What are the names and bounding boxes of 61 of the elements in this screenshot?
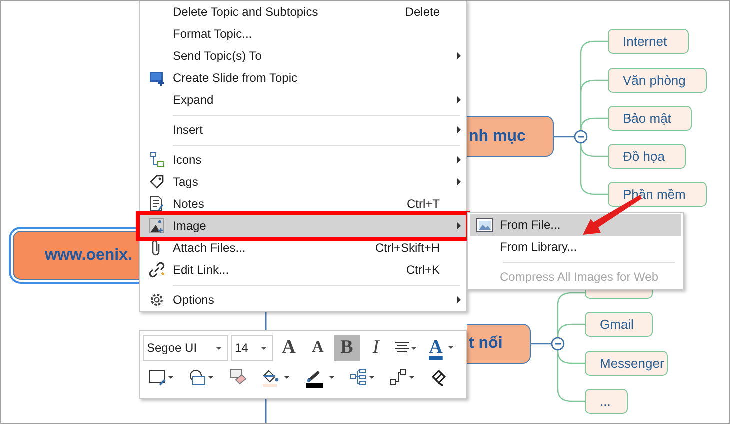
connector-icon — [390, 369, 416, 388]
topic-node[interactable]: nh mục — [467, 116, 554, 157]
connector-line — [554, 136, 575, 138]
connector-line — [531, 343, 552, 345]
menu-item[interactable]: Delete Topic and Subtopics Delete — [140, 1, 466, 23]
menu-item[interactable]: Notes Ctrl+T — [140, 193, 466, 215]
subtopic-node[interactable]: Văn phòng — [608, 68, 707, 93]
submenu-arrow-icon — [457, 96, 461, 104]
menu-item[interactable]: Tags — [140, 171, 466, 193]
menu-item[interactable]: Create Slide from Topic — [140, 67, 466, 89]
collapse-icon[interactable] — [551, 337, 565, 351]
menu-item[interactable]: From Library... — [470, 236, 681, 258]
line-color-icon — [305, 369, 336, 388]
subtopic-node[interactable]: Đồ họa — [608, 144, 686, 169]
subtopic-node[interactable]: Gmail — [585, 312, 653, 337]
notes-icon — [148, 196, 164, 212]
align-icon — [395, 342, 409, 354]
shrink-font-button[interactable]: A — [305, 335, 331, 361]
size-dropdown[interactable]: 14 — [231, 335, 273, 361]
fill-color-icon — [261, 369, 291, 388]
format-painter-icon — [430, 369, 448, 388]
collapse-icon[interactable] — [574, 130, 588, 144]
menu-item[interactable]: Send Topic(s) To — [140, 45, 466, 67]
submenu-arrow-icon — [457, 296, 461, 304]
grow-font-button[interactable]: A — [276, 335, 302, 361]
picture-icon — [476, 216, 494, 234]
settings-icon — [148, 292, 164, 308]
menu-item[interactable]: Insert — [140, 119, 466, 141]
font-dropdown[interactable]: Segoe UI — [143, 335, 228, 361]
menu-item[interactable]: From File... — [470, 214, 681, 236]
border-icon — [149, 369, 175, 388]
tag-icon — [148, 174, 164, 190]
subtopic-node[interactable]: ... — [585, 389, 628, 414]
submenu-arrow-icon — [457, 156, 461, 164]
menu-item[interactable]: Image — [140, 215, 466, 237]
italic-button[interactable]: I — [363, 335, 389, 361]
subtopic-node[interactable]: Messenger — [585, 351, 668, 376]
caret-icon — [448, 346, 454, 350]
submenu-arrow-icon — [457, 178, 461, 186]
subtopic-node[interactable]: Internet — [608, 29, 689, 54]
caret-icon — [216, 346, 222, 350]
menu-item[interactable]: Expand — [140, 89, 466, 111]
topic-node[interactable]: t nối — [467, 324, 531, 364]
link-icon — [148, 262, 164, 278]
submenu-arrow-icon — [457, 52, 461, 60]
menu-item[interactable]: Icons — [140, 149, 466, 171]
menu-item[interactable]: Format Topic... — [140, 23, 466, 45]
bold-button[interactable]: B — [334, 335, 360, 361]
image-icon — [148, 218, 164, 234]
slide-icon — [148, 70, 164, 86]
font-color-button[interactable]: A — [423, 335, 449, 361]
menu-item[interactable]: Options — [140, 289, 466, 311]
subtopic-node[interactable] — [585, 289, 653, 299]
submenu-arrow-icon — [457, 126, 461, 134]
submenu-arrow-icon — [457, 222, 461, 230]
flowchart-icon — [148, 152, 164, 168]
caret-icon — [261, 346, 267, 350]
layout-icon — [350, 369, 376, 388]
caret-icon — [411, 346, 417, 350]
subtopic-node[interactable]: Bảo mật — [608, 106, 692, 131]
shape-icon — [189, 369, 215, 388]
